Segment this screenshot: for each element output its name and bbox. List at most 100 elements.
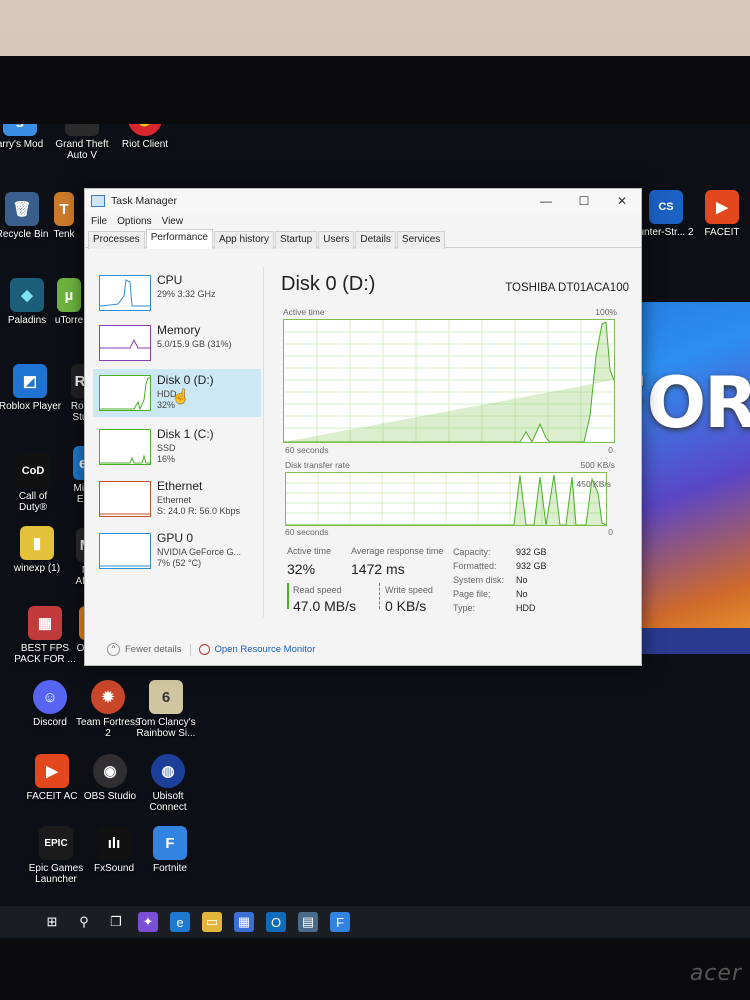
write-speed-label: Write speed bbox=[385, 585, 433, 595]
close-button[interactable]: ✕ bbox=[603, 189, 641, 213]
desktop-icon-label: unter-Str... 2 bbox=[638, 227, 694, 238]
prop-system-disk-key: System disk: bbox=[453, 575, 505, 585]
desktop-icon-riot-client[interactable]: ✊ Riot Client bbox=[113, 124, 177, 150]
prop-type-key: Type: bbox=[453, 603, 476, 613]
desktop-icon-faceit-ac[interactable]: ▶ FACEIT AC bbox=[20, 754, 84, 802]
riot-client-icon: ✊ bbox=[128, 124, 162, 136]
search-icon[interactable]: ⚲ bbox=[74, 912, 94, 932]
desktop-icon-ubisoft-connect[interactable]: ◍ Ubisoft Connect bbox=[136, 754, 200, 813]
avg-response-label: Average response time bbox=[351, 546, 444, 556]
sidebar-item-value: Ethernet S: 24.0 R: 56.0 Kbps bbox=[157, 495, 241, 516]
fortnite-taskbar-icon[interactable]: F bbox=[330, 912, 350, 932]
desktop-icon-call-of-duty[interactable]: CoD Call of Duty® bbox=[4, 454, 62, 513]
desktop-icon-garrys-mod[interactable]: g arry's Mod bbox=[0, 124, 52, 150]
desktop-icon-epic-games[interactable]: EPIC Epic Games Launcher bbox=[24, 826, 88, 885]
task-manager-taskbar-icon[interactable]: ▤ bbox=[298, 912, 318, 932]
desktop-icon-label: Fortnite bbox=[153, 863, 187, 874]
maximize-button[interactable]: ☐ bbox=[565, 189, 603, 213]
read-speed-bar bbox=[287, 583, 289, 609]
desktop-icon-winexp[interactable]: ▮ winexp (1) bbox=[8, 526, 66, 574]
desktop-icon-roblox-player[interactable]: ◩ Roblox Player bbox=[0, 364, 62, 412]
cpu-mini-graph bbox=[99, 275, 151, 311]
microsoft-store-icon[interactable]: ▦ bbox=[234, 912, 254, 932]
active-time-graph-label: Active time bbox=[283, 307, 325, 317]
sidebar-item-name: GPU 0 bbox=[157, 531, 194, 545]
tab-services[interactable]: Services bbox=[396, 231, 446, 249]
windows-start-icon[interactable]: ⊞ bbox=[42, 912, 62, 932]
sidebar-item-value: NVIDIA GeForce G... 7% (52 °C) bbox=[157, 547, 242, 568]
desktop-icon-faceit[interactable]: ▶ FACEIT bbox=[690, 190, 750, 238]
gta-v-icon: V bbox=[65, 124, 99, 136]
transfer-rate-x-left: 60 seconds bbox=[285, 527, 329, 537]
menu-view[interactable]: View bbox=[162, 216, 184, 227]
fewer-details-button[interactable]: ^ Fewer details bbox=[107, 643, 182, 656]
task-manager-icon bbox=[91, 195, 105, 207]
desktop-icon-counter-strike-2[interactable]: CS unter-Str... 2 bbox=[634, 190, 698, 238]
tab-app-history[interactable]: App history bbox=[213, 231, 274, 249]
team-fortress-icon: ✹ bbox=[91, 680, 125, 714]
desktop-icon-label: winexp (1) bbox=[13, 563, 61, 574]
file-explorer-icon[interactable]: ▭ bbox=[202, 912, 222, 932]
tab-details[interactable]: Details bbox=[355, 231, 396, 249]
sidebar-item-name: Ethernet bbox=[157, 479, 203, 493]
copilot-icon[interactable]: ✦ bbox=[138, 912, 158, 932]
write-speed-bar bbox=[379, 583, 381, 609]
desktop-icon-label: uTorre bbox=[54, 315, 84, 326]
desktop-icon-discord[interactable]: ☺ Discord bbox=[18, 680, 82, 728]
menu-file[interactable]: File bbox=[91, 216, 107, 227]
recycle-bin-icon: 🗑 bbox=[5, 192, 39, 226]
window-title: Task Manager bbox=[111, 195, 177, 207]
active-time-graph bbox=[283, 319, 615, 443]
outlook-icon[interactable]: O bbox=[266, 912, 286, 932]
desktop-icon-obs-studio[interactable]: ◉ OBS Studio bbox=[78, 754, 142, 802]
prop-formatted-value: 932 GB bbox=[516, 561, 547, 571]
tab-startup[interactable]: Startup bbox=[274, 231, 318, 249]
desktop-icon-label: FACEIT bbox=[704, 227, 740, 238]
active-time-value: 32% bbox=[287, 561, 316, 577]
epic-games-icon: EPIC bbox=[39, 826, 73, 860]
rainbow-six-icon: 6 bbox=[149, 680, 183, 714]
sidebar-item-cpu[interactable]: CPU 29% 3.32 GHz bbox=[93, 269, 261, 317]
desktop-icon-best-fps-pack[interactable]: ▦ BEST FPS PACK FOR ... bbox=[12, 606, 78, 665]
desktop-icon-fortnite[interactable]: F Fortnite bbox=[138, 826, 202, 874]
desktop-icon-fxsound[interactable]: ılı FxSound bbox=[82, 826, 146, 874]
desktop-icon-team-fortress-2[interactable]: ✹ Team Fortress 2 bbox=[76, 680, 140, 739]
desktop-icon-utorrent[interactable]: µ uTorre bbox=[52, 278, 86, 326]
chevron-up-icon: ^ bbox=[107, 643, 120, 656]
desktop-icon-label: Ubisoft Connect bbox=[149, 791, 187, 813]
sidebar-item-memory[interactable]: Memory 5.0/15.9 GB (31%) bbox=[93, 319, 261, 367]
desktop-icon-label: Call of Duty® bbox=[18, 491, 48, 513]
disk1-mini-graph bbox=[99, 429, 151, 465]
sidebar-item-value: 5.0/15.9 GB (31%) bbox=[157, 339, 232, 349]
taskbar: ⊞ ⚲ ❐ ✦ e ▭ ▦ O ▤ F bbox=[0, 906, 750, 938]
task-manager-window: Task Manager — ☐ ✕ File Options View Pro… bbox=[84, 188, 642, 666]
edge-icon[interactable]: e bbox=[170, 912, 190, 932]
discord-icon: ☺ bbox=[33, 680, 67, 714]
desktop-icon-tenk[interactable]: T Tenk bbox=[44, 192, 84, 240]
obs-studio-icon: ◉ bbox=[93, 754, 127, 788]
menu-options[interactable]: Options bbox=[117, 216, 151, 227]
desktop-icon-gta-v[interactable]: V Grand Theft Auto V bbox=[50, 124, 114, 161]
desktop-icon-label: Paladins bbox=[7, 315, 47, 326]
winrar-archive-icon: ▦ bbox=[28, 606, 62, 640]
desktop-icon-paladins[interactable]: ◆ Paladins bbox=[0, 278, 59, 326]
sidebar-item-name: Disk 1 (C:) bbox=[157, 427, 214, 441]
sidebar-item-disk-1[interactable]: Disk 1 (C:) SSD 16% bbox=[93, 423, 261, 471]
tab-processes[interactable]: Processes bbox=[88, 231, 145, 249]
tenk-icon: T bbox=[54, 192, 74, 226]
tab-performance[interactable]: Performance bbox=[145, 229, 213, 249]
sidebar-item-name: Memory bbox=[157, 323, 201, 337]
tab-users[interactable]: Users bbox=[318, 231, 355, 249]
desktop-icon-label: FxSound bbox=[93, 863, 135, 874]
desktop-icon-rainbow-six[interactable]: 6 Tom Clancy's Rainbow Si... bbox=[134, 680, 198, 739]
sidebar-item-ethernet[interactable]: Ethernet Ethernet S: 24.0 R: 56.0 Kbps bbox=[93, 475, 261, 523]
transfer-rate-mid: 450 KB/s bbox=[576, 479, 612, 489]
task-view-icon[interactable]: ❐ bbox=[106, 912, 126, 932]
sidebar-item-gpu-0[interactable]: GPU 0 NVIDIA GeForce G... 7% (52 °C) bbox=[93, 527, 261, 575]
paladins-icon: ◆ bbox=[10, 278, 44, 312]
minimize-button[interactable]: — bbox=[527, 189, 565, 213]
open-resource-monitor-link[interactable]: Open Resource Monitor bbox=[198, 644, 315, 655]
fewer-details-label: Fewer details bbox=[125, 644, 182, 655]
sidebar-item-value: SSD 16% bbox=[157, 443, 176, 464]
footer-divider bbox=[189, 643, 191, 656]
